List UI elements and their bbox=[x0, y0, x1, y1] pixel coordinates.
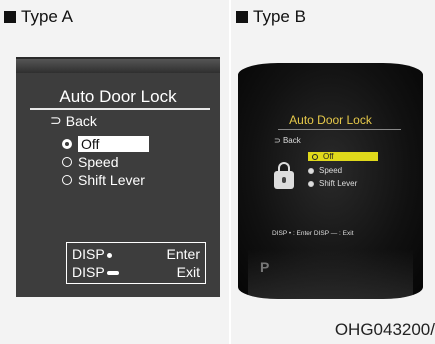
option-label: Shift Lever bbox=[78, 172, 145, 188]
display-frame bbox=[16, 59, 220, 73]
type-b-display: Auto Door Lock ⊃ Back Off Speed Shift Le… bbox=[238, 63, 423, 299]
exit-label: Exit bbox=[176, 264, 200, 280]
disp-help-box: DISP Enter DISP Exit bbox=[66, 242, 206, 284]
option-off[interactable]: Off bbox=[308, 152, 378, 161]
figure-code: OHG043200/ bbox=[334, 320, 435, 339]
option-speed[interactable]: Speed bbox=[308, 166, 342, 175]
type-b-label: Type B bbox=[253, 7, 306, 26]
type-a-display: Auto Door Lock ⊃ Back Off Speed Shift Le… bbox=[16, 57, 220, 297]
option-label: Speed bbox=[78, 154, 119, 170]
floor-glow bbox=[248, 249, 413, 299]
radio-icon bbox=[62, 175, 72, 185]
disp-label: DISP bbox=[72, 264, 105, 280]
display-title: Auto Door Lock bbox=[289, 113, 372, 127]
radio-icon bbox=[308, 180, 314, 187]
enter-label: Enter bbox=[166, 246, 200, 262]
option-shift-lever[interactable]: Shift Lever bbox=[308, 179, 357, 188]
display-title: Auto Door Lock bbox=[59, 87, 177, 106]
square-bullet-icon bbox=[4, 11, 16, 23]
type-a-header: Type A bbox=[4, 7, 73, 27]
column-divider bbox=[229, 0, 231, 344]
back-item[interactable]: ⊃ Back bbox=[274, 136, 301, 145]
disp-help-text: DISP • : Enter DISP — : Exit bbox=[272, 230, 354, 237]
title-rule bbox=[30, 108, 210, 110]
short-press-icon bbox=[106, 252, 112, 258]
back-item[interactable]: ⊃ Back bbox=[50, 112, 97, 129]
back-label: Back bbox=[65, 112, 97, 129]
gear-indicator: P bbox=[260, 259, 270, 275]
option-shift-lever[interactable]: Shift Lever bbox=[62, 172, 145, 188]
enter-hint: DISP Enter bbox=[72, 245, 200, 263]
back-label: Back bbox=[282, 136, 301, 145]
type-a-label: Type A bbox=[21, 7, 73, 26]
title-rule bbox=[278, 129, 401, 130]
radio-selected-icon bbox=[62, 139, 72, 149]
radio-icon bbox=[308, 167, 314, 174]
option-label: Off bbox=[323, 152, 334, 161]
radio-selected-icon bbox=[312, 153, 318, 160]
radio-icon bbox=[62, 157, 72, 167]
option-off[interactable]: Off bbox=[62, 136, 150, 152]
option-speed[interactable]: Speed bbox=[62, 154, 118, 170]
option-label: Off bbox=[78, 136, 150, 152]
option-label: Shift Lever bbox=[319, 179, 358, 188]
manual-page: Type A Type B Auto Door Lock ⊃ Back Off … bbox=[0, 0, 435, 344]
back-arrow-icon: ⊃ bbox=[50, 112, 62, 128]
long-press-icon bbox=[106, 271, 119, 276]
padlock-icon bbox=[274, 162, 294, 189]
exit-hint: DISP Exit bbox=[72, 263, 200, 281]
disp-label: DISP bbox=[72, 246, 105, 262]
option-label: Speed bbox=[319, 166, 343, 175]
back-arrow-icon: ⊃ bbox=[274, 136, 283, 145]
type-b-header: Type B bbox=[236, 7, 306, 27]
square-bullet-icon bbox=[236, 11, 248, 23]
